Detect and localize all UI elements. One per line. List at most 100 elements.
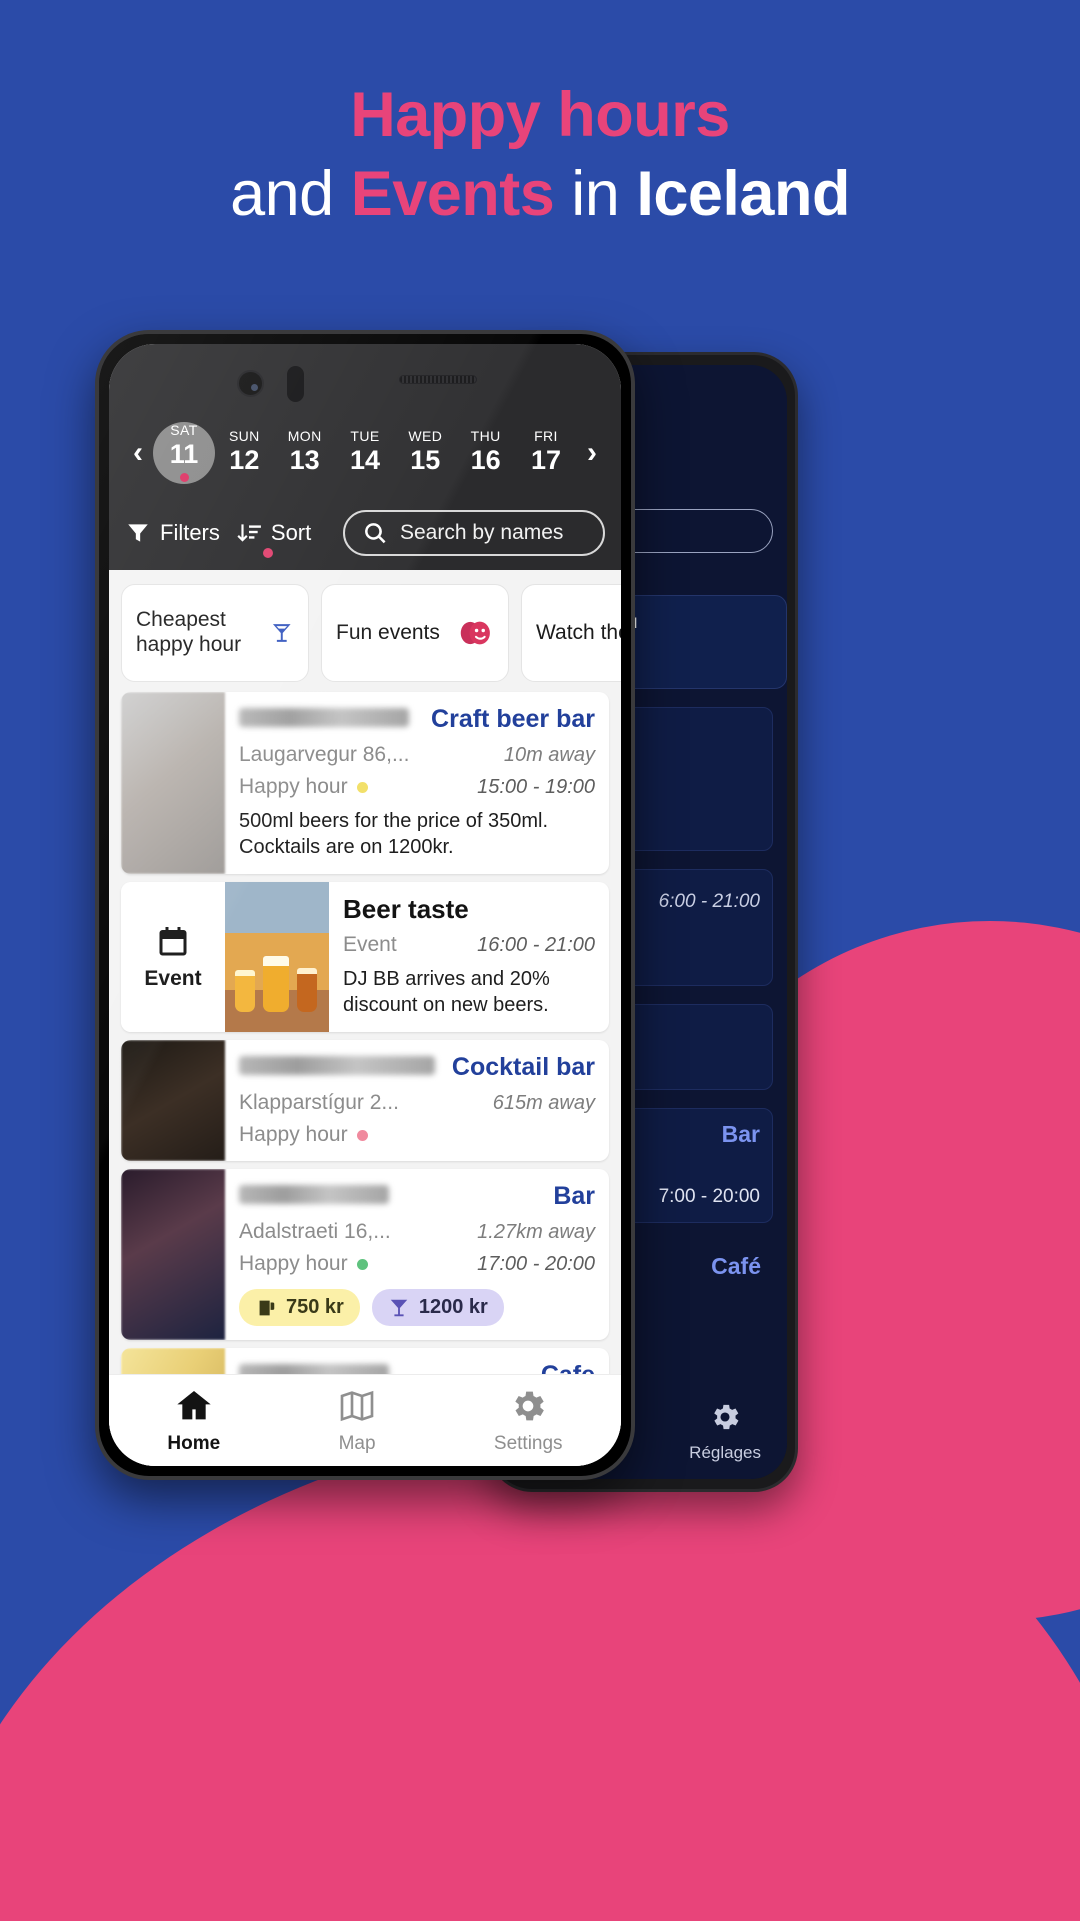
proximity-sensor-icon <box>287 366 304 402</box>
listing-address: Laugarvegur 86,... <box>239 743 410 766</box>
filters-label: Filters <box>160 520 220 545</box>
date-cell-fri-17[interactable]: FRI 17 <box>517 422 575 484</box>
date-num: 15 <box>410 445 441 475</box>
chip-label: Fun events <box>336 620 440 644</box>
date-selector: ‹ SAT 11 SUN 12 MON 13 TUE 14 WED 15 THU… <box>121 416 609 490</box>
event-label: Event <box>144 966 202 990</box>
listing-address: Adalstraeti 16,... <box>239 1220 391 1243</box>
listing-status: Happy hour <box>239 775 368 799</box>
date-cell-sun-12[interactable]: SUN 12 <box>215 422 273 484</box>
listing-status-label: Happy hour <box>239 775 348 798</box>
listing-card-bar[interactable]: Bar Adalstraeti 16,... 1.27km away Happy… <box>121 1169 609 1340</box>
price-badge-beer[interactable]: 750 kr <box>239 1289 360 1326</box>
listing-status-label: Happy hour <box>239 1252 348 1275</box>
listing-header: Craft beer bar <box>239 704 595 734</box>
cocktail-glass-icon <box>390 1299 408 1316</box>
event-status-label: Event <box>343 933 397 956</box>
event-body: Beer taste Event 16:00 - 21:00 DJ BB arr… <box>329 882 609 1032</box>
date-cell-thu-16[interactable]: THU 16 <box>457 422 515 484</box>
chip-watch-the-game[interactable]: Watch the game <box>521 584 621 682</box>
sort-active-dot <box>262 548 273 558</box>
date-event-dot <box>179 473 189 482</box>
price-badge-cocktail-label: 1200 kr <box>418 1296 488 1318</box>
nav-item-map-label: Map <box>338 1433 376 1454</box>
app-content: Cheapest happy hour Fun events Watch th … <box>109 570 621 1466</box>
theater-masks-icon <box>460 621 490 645</box>
filters-button[interactable]: Filters <box>125 520 220 546</box>
listing-status-dot <box>356 781 368 793</box>
front-camera-icon <box>237 370 264 397</box>
prev-week-arrow-icon[interactable]: ‹ <box>121 438 155 468</box>
phone-front-screen: ‹ SAT 11 SUN 12 MON 13 TUE 14 WED 15 THU… <box>109 344 621 1466</box>
listing-body: Craft beer bar Laugarvegur 86,... 10m aw… <box>225 692 609 874</box>
headline-line-1: Happy hours <box>350 80 730 150</box>
gear-icon <box>714 1404 739 1429</box>
next-week-arrow-icon[interactable]: › <box>575 438 609 468</box>
date-num: 13 <box>289 445 320 475</box>
listing-card-beer-taste-event[interactable]: Event Beer taste Event 16:00 - 21:00 DJ <box>121 882 609 1032</box>
nav-item-map[interactable]: Map <box>337 1386 377 1455</box>
headline-line-2: and Events in Iceland <box>0 158 1080 229</box>
listing-header: Bar <box>239 1181 595 1211</box>
listing-body: Bar Adalstraeti 16,... 1.27km away Happy… <box>225 1169 609 1340</box>
listing-address-row: Klapparstígur 2... 615m away <box>239 1082 595 1115</box>
beer-mug-icon <box>259 1300 275 1315</box>
listing-card-craft-beer-bar[interactable]: Craft beer bar Laugarvegur 86,... 10m aw… <box>121 692 609 874</box>
chip-label: Cheapest happy hour <box>136 608 242 656</box>
beer-glass-icon <box>235 970 255 1012</box>
fr-nav-settings[interactable]: Réglages <box>689 1400 761 1463</box>
listing-name-blurred <box>239 1056 435 1075</box>
price-badge-cocktail[interactable]: 1200 kr <box>371 1289 504 1326</box>
listing-body: Cocktail bar Klapparstígur 2... 615m awa… <box>225 1040 609 1161</box>
listing-header: Cocktail bar <box>239 1052 595 1082</box>
date-list: SAT 11 SUN 12 MON 13 TUE 14 WED 15 THU 1… <box>155 416 575 490</box>
sort-button[interactable]: Sort <box>236 520 312 558</box>
search-icon <box>365 522 386 543</box>
search-input[interactable]: Search by names <box>343 510 605 556</box>
beer-glass-icon <box>297 968 317 1012</box>
date-cell-mon-13[interactable]: MON 13 <box>276 422 334 484</box>
date-num: 11 <box>169 439 199 469</box>
listing-status: Happy hour <box>239 1252 368 1276</box>
listing-description: 500ml beers for the price of 350ml. Cock… <box>239 810 549 858</box>
headline-in: in <box>554 158 637 229</box>
toolbar: Filters Sort Search by names <box>121 510 609 558</box>
quick-filter-chips: Cheapest happy hour Fun events Watch th <box>109 570 621 692</box>
price-badge-beer-label: 750 kr <box>286 1296 344 1318</box>
listing-distance: 10m away <box>503 744 595 766</box>
listing-thumbnail <box>121 1169 225 1340</box>
listing-name-blurred <box>239 708 409 727</box>
map-icon <box>340 1390 374 1422</box>
listing-distance: 615m away <box>492 1092 595 1114</box>
beer-glass-icon <box>263 956 289 1012</box>
nav-item-home[interactable]: Home <box>167 1386 220 1455</box>
date-cell-sat-11[interactable]: SAT 11 <box>155 416 213 490</box>
home-icon <box>177 1391 211 1420</box>
event-badge: Event <box>121 882 225 1032</box>
event-title: Beer taste <box>343 894 469 924</box>
listing-address: Klapparstígur 2... <box>239 1091 399 1114</box>
event-photo <box>225 882 329 1032</box>
date-num: 12 <box>229 445 260 475</box>
promo-headline: Happy hours and Events in Iceland <box>0 82 1080 228</box>
date-num: 16 <box>470 445 501 475</box>
fr-nav-settings-label: Réglages <box>689 1442 761 1462</box>
date-dow: MON <box>287 428 322 444</box>
nav-item-settings[interactable]: Settings <box>494 1386 563 1455</box>
listing-status-label: Happy hour <box>239 1123 348 1146</box>
date-dow: FRI <box>534 428 558 444</box>
app-header: ‹ SAT 11 SUN 12 MON 13 TUE 14 WED 15 THU… <box>109 344 621 570</box>
listing-distance: 1.27km away <box>477 1221 595 1243</box>
chip-cheapest-happy-hour[interactable]: Cheapest happy hour <box>121 584 309 682</box>
date-cell-tue-14[interactable]: TUE 14 <box>336 422 394 484</box>
date-dow: SUN <box>228 428 260 444</box>
listing-status-dot <box>356 1258 368 1270</box>
listing-category: Craft beer bar <box>431 705 595 733</box>
listing-card-cocktail-bar[interactable]: Cocktail bar Klapparstígur 2... 615m awa… <box>121 1040 609 1161</box>
date-num: 14 <box>349 445 380 475</box>
chip-fun-events[interactable]: Fun events <box>321 584 509 682</box>
headline-events: Events <box>350 158 555 229</box>
chip-label: Watch the game <box>536 620 621 644</box>
date-cell-wed-15[interactable]: WED 15 <box>396 422 454 484</box>
sort-label: Sort <box>270 520 312 545</box>
